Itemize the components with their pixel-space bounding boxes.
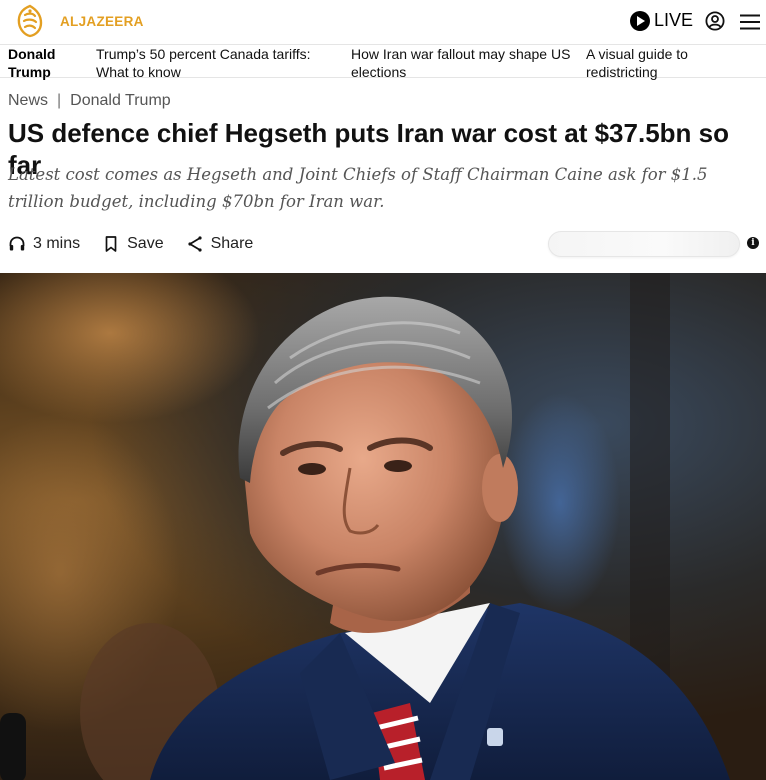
trending-link[interactable]: A visual guide to redistricting: [586, 45, 761, 81]
article-actions: 3 mins Save Share: [8, 232, 275, 256]
play-circle-icon: [630, 10, 650, 31]
hero-photo-illustration: [0, 273, 730, 780]
site-logo[interactable]: ALJAZEERA: [12, 3, 144, 39]
share-icon: [187, 236, 202, 252]
article-standfirst: Latest cost comes as Hegseth and Joint C…: [8, 165, 708, 211]
breadcrumb-donald-trump[interactable]: Donald Trump: [70, 92, 171, 110]
save-button[interactable]: Save: [102, 235, 164, 253]
bookmark-icon: [105, 236, 117, 252]
trending-bar: Donald Trump Trump’s 50 percent Canada t…: [0, 44, 766, 81]
listen-button[interactable]: 3 mins: [8, 235, 80, 253]
breadcrumb-news[interactable]: News: [8, 92, 48, 110]
user-icon[interactable]: [705, 11, 725, 31]
trending-link[interactable]: Trump’s 50 percent Canada tariffs: What …: [96, 45, 336, 81]
site-header: ALJAZEERA LIVE: [0, 0, 766, 44]
article-hero-image: [0, 273, 766, 780]
aljazeera-logo-icon: [17, 4, 43, 38]
save-label: Save: [127, 235, 164, 252]
trending-heading[interactable]: Donald Trump: [8, 45, 78, 81]
menu-icon[interactable]: [740, 14, 760, 30]
headphones-icon: [9, 236, 25, 251]
trending-link[interactable]: How Iran war fallout may shape US electi…: [351, 45, 576, 81]
share-label: Share: [210, 235, 254, 252]
breadcrumb-separator: |: [57, 92, 62, 109]
listen-duration: 3 mins: [33, 235, 81, 252]
share-button[interactable]: Share: [186, 235, 254, 253]
logo-text: ALJAZEERA: [60, 13, 144, 29]
live-label: LIVE: [654, 10, 694, 30]
info-icon[interactable]: i: [747, 237, 759, 249]
ad-placeholder[interactable]: [548, 231, 740, 257]
live-button[interactable]: LIVE: [630, 10, 693, 31]
breadcrumb: News | Donald Trump: [8, 92, 171, 110]
